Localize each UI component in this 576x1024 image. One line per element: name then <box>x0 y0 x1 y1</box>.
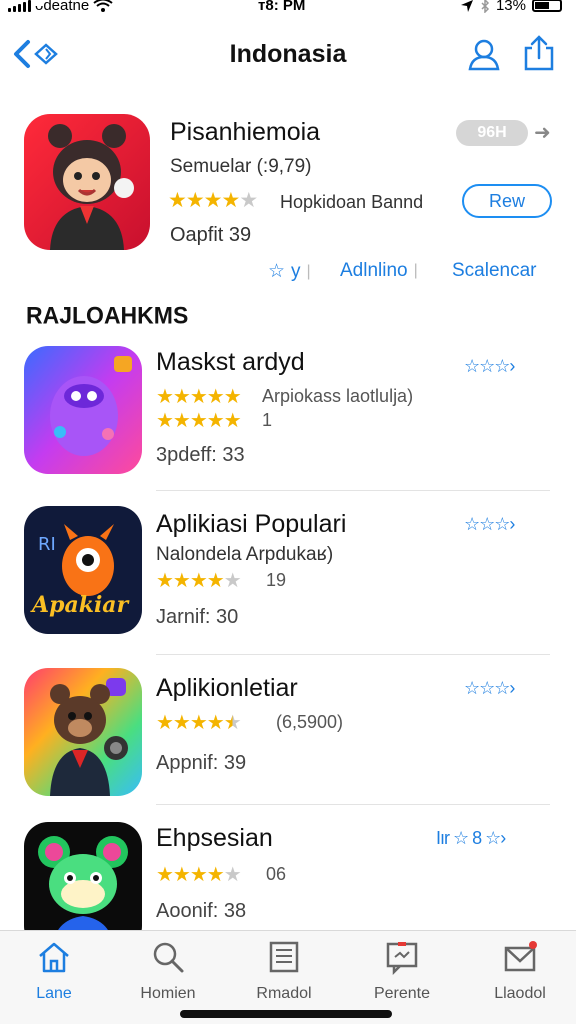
featured-developer: Hopkidoan Bannd <box>280 192 424 212</box>
app-meta: Appnif: 39 <box>156 752 247 774</box>
battery-icon <box>532 0 562 12</box>
profile-icon <box>468 39 500 71</box>
app-name: Ehpsesian <box>156 824 273 852</box>
app-name: Aplikionletiar <box>156 674 298 702</box>
svg-text:Apakiar: Apakiar <box>30 592 130 618</box>
featured-rating-stars: ★★★★★ <box>168 188 258 213</box>
home-indicator[interactable] <box>180 1010 392 1018</box>
action-separator: | <box>413 262 418 279</box>
app-rate-action[interactable]: ☆☆☆› <box>464 356 515 377</box>
featured-app-card[interactable]: Pisanhiemoia Semuelar (:9,79) ★★★★★ Hopk… <box>0 104 576 294</box>
tab-label: Perente <box>373 985 431 1002</box>
app-list-item[interactable]: Maskst ardyd ★★★★★ Arpiokass laotlulja) … <box>0 340 576 498</box>
app-icon[interactable] <box>24 668 142 796</box>
purple-monster-app-icon <box>24 346 142 474</box>
profile-button[interactable] <box>466 36 502 72</box>
app-rate-action[interactable]: ☆☆☆› <box>464 678 515 699</box>
status-carrier-group: ᴗdeatne <box>8 0 113 14</box>
get-button[interactable]: Rew <box>462 184 552 218</box>
tab-label: Llaodol <box>494 985 546 1002</box>
app-rating-text: Arpiokass laotlulja) <box>262 386 414 406</box>
location-icon <box>460 0 473 12</box>
app-icon[interactable] <box>24 346 142 474</box>
app-rating-stars-secondary: ★★★★★ <box>156 410 242 432</box>
divider <box>156 654 550 655</box>
home-icon <box>39 942 69 973</box>
tab-home[interactable]: Lane <box>14 939 94 1003</box>
app-rate-action[interactable]: Iır ☆ 8 ☆› <box>436 828 506 849</box>
share-button[interactable] <box>522 34 556 72</box>
status-bar: ᴗdeatne ᴛ8: PM 13% <box>0 0 576 20</box>
status-right-group: 13% <box>460 0 562 14</box>
app-rating-stars: ★★★★★ <box>156 386 242 408</box>
cartoon-girl-app-icon <box>24 114 150 250</box>
rate-action-label: y <box>291 260 301 282</box>
arrow-right-icon: ➜ <box>534 122 551 144</box>
size-badge: 96H <box>456 120 528 146</box>
carrier-label: ᴗdeatne <box>35 0 90 14</box>
star-empty-icon: ★ <box>239 189 258 212</box>
app-list-item[interactable]: RI Apakiar Aplikiasi Populari Nalondela … <box>0 500 576 658</box>
app-icon[interactable]: RI Apakiar <box>24 506 142 634</box>
tab-label: Rmadol <box>256 985 312 1002</box>
app-rating-stars: ★★★★★ <box>156 712 242 734</box>
message-icon <box>386 942 418 975</box>
svg-text:RI: RI <box>38 534 56 555</box>
tab-messages[interactable]: Perente <box>362 939 442 1003</box>
share-icon <box>524 35 554 71</box>
featured-app-icon[interactable] <box>24 114 150 250</box>
app-meta: Jarnif: 30 <box>156 606 239 628</box>
action-separator: | <box>306 262 311 280</box>
star-icon: ★ <box>185 189 205 212</box>
divider <box>156 804 550 805</box>
app-subtitle: Nalondela Arpdukaʁ) <box>156 544 334 565</box>
app-rating-count: (6,5900) <box>276 712 344 732</box>
tab-label: Homien <box>140 985 196 1002</box>
tab-mail[interactable]: Llaodol <box>480 939 560 1003</box>
star-icon: ★ <box>203 189 223 212</box>
featured-actions: ☆ y | Adlnlino | Scalencar <box>0 260 576 290</box>
details-action[interactable]: Adlnlino | <box>340 260 418 282</box>
app-name: Aplikiasi Populari <box>156 510 347 538</box>
app-rating-count: 06 <box>266 864 287 884</box>
app-rating-stars: ★★★★★ <box>156 864 242 886</box>
details-action-label: Adlnlino <box>340 260 408 281</box>
battery-percent: 13% <box>495 0 526 14</box>
tab-label: Lane <box>36 985 72 1002</box>
mail-icon <box>504 941 537 972</box>
app-meta: Aoonif: 38 <box>156 900 247 922</box>
featured-meta: Oapfit 39 <box>170 224 252 246</box>
app-meta: 3pdeff: 33 <box>156 444 245 466</box>
app-list-item[interactable]: Aplikionletiar ★★★★★ (6,5900) Appnif: 39… <box>0 664 576 822</box>
app-rating-count: 19 <box>266 570 287 590</box>
star-outline-icon: ☆ <box>268 261 286 282</box>
calendar-action-label: Scalencar <box>452 260 537 281</box>
app-rating-stars: ★★★★★ <box>156 570 242 592</box>
star-icon: ★ <box>168 189 187 212</box>
status-time: ᴛ8: PM <box>258 0 306 14</box>
featured-app-title: Pisanhiemoia <box>170 118 321 146</box>
wifi-icon <box>93 0 113 12</box>
divider <box>156 490 550 491</box>
app-rate-action[interactable]: ☆☆☆› <box>464 514 515 535</box>
navigation-bar: Indonasia <box>0 28 576 84</box>
app-rating-count: 1 <box>262 410 273 430</box>
section-title: RAJLOAHKMS <box>26 301 189 329</box>
bluetooth-icon <box>481 0 490 13</box>
list-icon <box>269 941 299 973</box>
rate-action[interactable]: ☆ y | <box>268 260 311 283</box>
app-name: Maskst ardyd <box>156 348 305 376</box>
bear-photographer-app-icon <box>24 668 142 796</box>
tab-list[interactable]: Rmadol <box>244 939 324 1003</box>
orange-creature-app-icon: RI Apakiar <box>24 506 142 634</box>
featured-app-subtitle: Semuelar (:9,79) <box>170 156 312 177</box>
search-icon <box>153 942 184 973</box>
star-icon: ★ <box>221 189 240 212</box>
tab-search[interactable]: Homien <box>128 939 208 1003</box>
calendar-action[interactable]: Scalencar <box>452 260 537 282</box>
signal-icon <box>8 0 31 12</box>
